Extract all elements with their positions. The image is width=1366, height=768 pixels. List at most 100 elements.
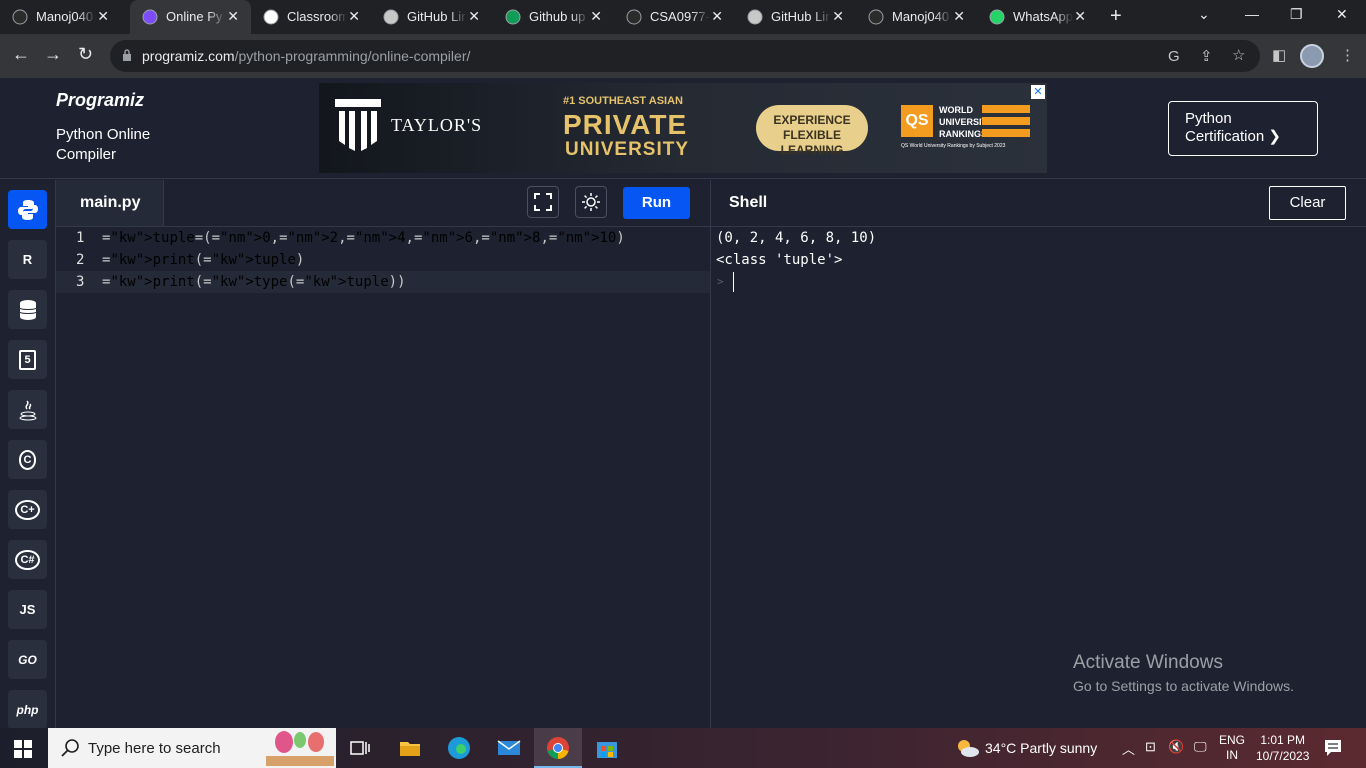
windows-start-icon[interactable] (14, 740, 32, 758)
reload-icon[interactable]: ↻ (78, 44, 93, 65)
tab-close-icon[interactable]: ✕ (1074, 8, 1086, 25)
tab-close-icon[interactable]: ✕ (832, 8, 844, 25)
github-link-icon (383, 9, 399, 25)
ad-close-icon[interactable]: ✕ (1031, 85, 1045, 99)
lang-label: C+ (15, 499, 40, 520)
text-cursor (733, 272, 734, 292)
run-button[interactable]: Run (623, 187, 690, 219)
line-number: 2 (76, 252, 85, 268)
taskbar-search-box[interactable]: Type here to search (48, 728, 336, 768)
network-icon[interactable]: 🖵 (1194, 739, 1207, 755)
bookmark-star-icon[interactable]: ☆ (1232, 46, 1245, 64)
lang-label: C# (15, 549, 40, 570)
task-view-icon[interactable] (348, 736, 372, 760)
tab-close-icon[interactable]: ✕ (711, 8, 723, 25)
google-icon (263, 9, 279, 25)
tab-title: Classroom (287, 9, 347, 24)
code-line[interactable]: 3 ="kw">print(="kw">type(="kw">tuple)) (56, 271, 710, 293)
tab-title: Github up (529, 9, 586, 24)
browser-tab[interactable]: Manoj040 ✕ (856, 0, 977, 34)
mail-icon[interactable] (497, 736, 521, 760)
meet-now-icon[interactable]: ⊡ (1145, 739, 1156, 755)
input-language-indicator[interactable]: ENG IN (1219, 733, 1245, 763)
ad-cta-pill[interactable]: EXPERIENCE FLEXIBLE LEARNING (756, 105, 868, 157)
tab-close-icon[interactable]: ✕ (468, 8, 480, 25)
lang-java-icon[interactable] (8, 390, 47, 429)
tab-title: GitHub Lir (771, 9, 830, 24)
github-icon (868, 9, 884, 25)
tab-title: Manoj040 (892, 9, 950, 24)
tab-close-icon[interactable]: ✕ (348, 8, 360, 25)
share-icon[interactable]: ⇪ (1200, 47, 1213, 65)
lang-c-icon[interactable]: C (8, 440, 47, 479)
browser-tab[interactable]: Github up ✕ (493, 0, 614, 34)
chrome-taskbar-button[interactable] (534, 728, 582, 768)
forward-icon[interactable]: → (44, 44, 62, 65)
lang-csharp-icon[interactable]: C# (8, 540, 47, 579)
store-icon[interactable] (595, 736, 619, 760)
back-icon[interactable]: ← (12, 44, 30, 65)
code-line[interactable]: 2 ="kw">print(="kw">tuple) (56, 249, 710, 271)
line-number: 3 (76, 274, 85, 290)
lang-sql-icon[interactable] (8, 290, 47, 329)
lang-cpp-icon[interactable]: C+ (8, 490, 47, 529)
file-tab-main-py[interactable]: main.py (56, 180, 164, 226)
lang-python-icon[interactable] (8, 190, 47, 229)
tab-close-icon[interactable]: ✕ (590, 8, 602, 25)
browser-tab[interactable]: CSA0977- ✕ (614, 0, 735, 34)
tab-search-icon[interactable]: ⌄ (1198, 6, 1210, 23)
code-line[interactable]: 1 ="kw">tuple=(="nm">0,="nm">2,="nm">4,="… (56, 227, 710, 249)
theme-toggle-button[interactable] (575, 186, 607, 218)
volume-muted-icon[interactable]: 🔇 (1168, 739, 1184, 755)
browser-tab[interactable]: Classroom ✕ (251, 0, 372, 34)
code-text: ="kw">tuple=(="nm">0,="nm">2,="nm">4,="n… (102, 230, 625, 246)
browser-tab[interactable]: Manoj040 ✕ (0, 0, 121, 34)
tab-close-icon[interactable]: ✕ (97, 8, 109, 25)
restore-button[interactable]: ❐ (1290, 6, 1303, 23)
address-bar[interactable]: programiz.com/python-programming/online-… (110, 40, 1260, 72)
lang-go-icon[interactable]: GO (8, 640, 47, 679)
ad-rank-text: #1 SOUTHEAST ASIAN (563, 95, 684, 107)
lang-r-icon[interactable]: R (8, 240, 47, 279)
tab-title: GitHub Lir (407, 9, 466, 24)
weather-widget[interactable]: 34°C Partly sunny (955, 738, 1097, 758)
shell-title: Shell (729, 194, 768, 211)
tab-close-icon[interactable]: ✕ (953, 8, 965, 25)
lang-html-icon[interactable]: 5 (8, 340, 47, 379)
shell-pane[interactable]: Shell Clear (0, 2, 4, 6, 8, 10) <class '… (710, 180, 1366, 728)
browser-tab[interactable]: GitHub Lir ✕ (371, 0, 492, 34)
lang-php-icon[interactable]: php (8, 690, 47, 729)
notifications-icon[interactable] (1324, 739, 1342, 757)
show-hidden-icons-chevron[interactable]: ︿ (1122, 739, 1135, 758)
file-explorer-icon[interactable] (398, 736, 422, 760)
shell-output-line: (0, 2, 4, 6, 8, 10) (716, 230, 877, 246)
fullscreen-button[interactable] (527, 186, 559, 218)
browser-tab[interactable]: WhatsApp ✕ (977, 0, 1098, 34)
close-window-button[interactable]: ✕ (1336, 6, 1348, 23)
minimize-button[interactable]: — (1245, 6, 1259, 22)
code-text: ="kw">print(="kw">tuple) (102, 252, 305, 268)
google-lens-icon[interactable]: G (1168, 48, 1180, 65)
profile-avatar[interactable] (1300, 44, 1324, 68)
browser-tab[interactable]: GitHub Lir ✕ (735, 0, 856, 34)
browser-tab[interactable]: Online Py ✕ (130, 0, 251, 34)
side-panel-icon[interactable]: ◧ (1272, 46, 1286, 64)
lang-label: GO (18, 652, 37, 667)
programiz-logo[interactable]: Programiz (56, 90, 144, 111)
advertisement-banner[interactable]: ✕ TAYLOR'S #1 SOUTHEAST ASIAN PRIVATE UN… (319, 83, 1047, 173)
lang-label: R (22, 252, 33, 267)
fullscreen-icon (534, 193, 552, 211)
edge-icon[interactable] (447, 736, 471, 760)
page-title: Python Online Compiler (56, 126, 151, 163)
lang-js-icon[interactable]: JS (8, 590, 47, 629)
tab-close-icon[interactable]: ✕ (227, 8, 239, 25)
taylors-crest-icon (335, 99, 381, 151)
menu-kebab-icon[interactable]: ⋮ (1340, 46, 1355, 64)
language-sidebar: R 5 C C+ C# JS GO php (0, 180, 56, 729)
new-tab-button[interactable]: + (1110, 5, 1122, 28)
activate-windows-watermark: Activate Windows Go to Settings to activ… (1073, 652, 1294, 694)
github-icon (626, 9, 642, 25)
python-certification-button[interactable]: Python Certification ❯ (1168, 101, 1318, 156)
system-clock[interactable]: 1:01 PM 10/7/2023 (1256, 732, 1309, 764)
clear-button[interactable]: Clear (1269, 186, 1346, 220)
